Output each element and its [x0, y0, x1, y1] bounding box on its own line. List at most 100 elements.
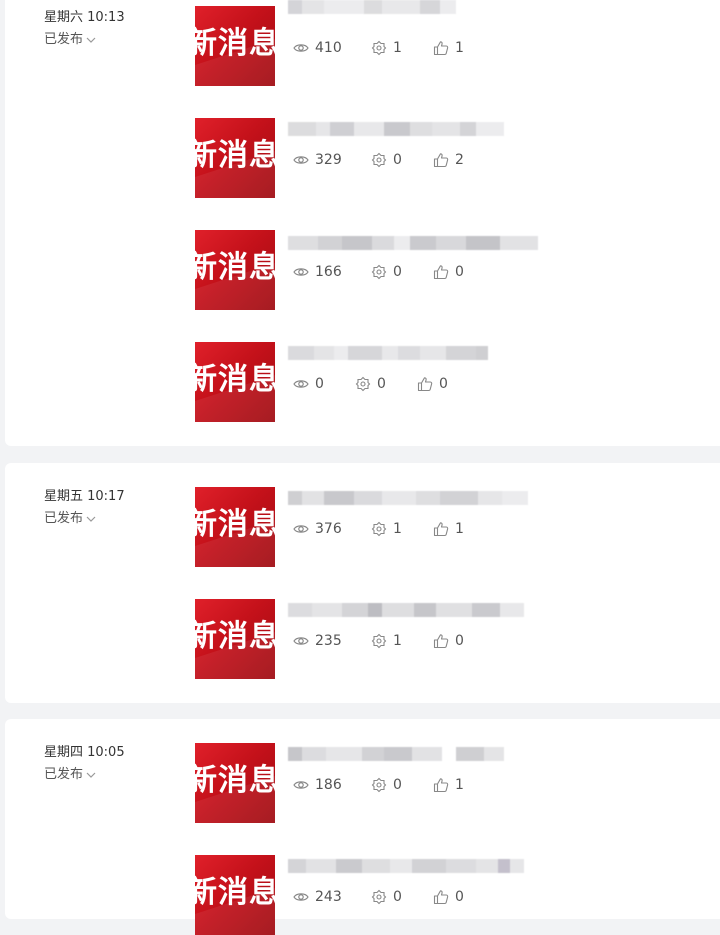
article-title-blurred[interactable] [288, 743, 504, 765]
thumbs-up-icon [433, 634, 449, 649]
article-thumbnail[interactable]: 新消息 [195, 342, 275, 422]
article-stats: 329 0 2 [293, 152, 464, 168]
chevron-down-icon [86, 516, 96, 522]
article-thumbnail[interactable]: 新消息 [195, 487, 275, 567]
share-icon [371, 40, 387, 56]
article-thumbnail[interactable]: 新消息 [195, 599, 275, 679]
article-title-blurred[interactable] [288, 855, 524, 877]
article-title-blurred[interactable] [288, 0, 456, 18]
thumbnail-text: 新消息 [195, 26, 275, 61]
share-count: 0 [371, 152, 433, 168]
like-count: 2 [433, 152, 464, 168]
thumbnail-text: 新消息 [195, 619, 275, 654]
thumbs-up-icon [417, 377, 433, 392]
share-icon [355, 376, 371, 392]
share-count: 1 [371, 40, 433, 56]
thumbs-up-icon [433, 890, 449, 905]
share-icon [371, 264, 387, 280]
article-stats: 243 0 0 [293, 889, 464, 905]
view-count: 410 [293, 40, 371, 56]
article-stats: 235 1 0 [293, 633, 464, 649]
publish-status-dropdown[interactable]: 已发布 [44, 511, 125, 527]
share-icon [371, 633, 387, 649]
like-count: 0 [433, 633, 464, 649]
eye-icon [293, 637, 309, 645]
article-thumbnail[interactable]: 新消息 [195, 743, 275, 823]
article-thumbnail[interactable]: 新消息 [195, 118, 275, 198]
eye-icon [293, 268, 309, 276]
like-count: 1 [433, 521, 464, 537]
like-count: 0 [433, 264, 464, 280]
thumbnail-text: 新消息 [195, 507, 275, 542]
publish-status-dropdown[interactable]: 已发布 [44, 767, 125, 783]
thumbnail-text: 新消息 [195, 138, 275, 173]
eye-icon [293, 781, 309, 789]
view-count: 235 [293, 633, 371, 649]
article-thumbnail[interactable]: 新消息 [195, 855, 275, 935]
article-item[interactable]: 新消息 329 0 2 [195, 118, 715, 198]
group-meta: 星期六 10:13 已发布 [44, 10, 125, 48]
share-count: 0 [371, 777, 433, 793]
thumbs-up-icon [433, 522, 449, 537]
publish-date: 星期六 10:13 [44, 10, 125, 25]
thumbs-up-icon [433, 265, 449, 280]
view-count: 0 [293, 376, 355, 392]
share-count: 0 [371, 264, 433, 280]
article-item[interactable]: 新消息 235 1 0 [195, 599, 715, 679]
publish-date: 星期五 10:17 [44, 489, 125, 504]
article-item[interactable]: 新消息 376 1 1 [195, 487, 715, 567]
article-title-blurred[interactable] [288, 232, 538, 254]
article-item[interactable]: 新消息 166 0 0 [195, 230, 715, 310]
article-item[interactable]: 新消息 243 0 0 [195, 855, 715, 935]
article-stats: 376 1 1 [293, 521, 464, 537]
article-item[interactable]: 新消息 0 0 0 [195, 342, 715, 422]
eye-icon [293, 525, 309, 533]
eye-icon [293, 44, 309, 52]
thumbnail-text: 新消息 [195, 875, 275, 910]
article-stats: 0 0 0 [293, 376, 448, 392]
group-meta: 星期四 10:05 已发布 [44, 745, 125, 783]
publish-date: 星期四 10:05 [44, 745, 125, 760]
thumbnail-text: 新消息 [195, 250, 275, 285]
article-title-blurred[interactable] [288, 487, 528, 509]
view-count: 329 [293, 152, 371, 168]
status-label: 已发布 [44, 767, 84, 782]
day-group: 星期四 10:05 已发布 新消息 186 0 1 新消息 243 0 0 [5, 719, 720, 935]
article-stats: 186 0 1 [293, 777, 464, 793]
article-item[interactable]: 新消息 186 0 1 [195, 743, 715, 823]
view-count: 166 [293, 264, 371, 280]
view-count: 243 [293, 889, 371, 905]
share-count: 0 [371, 889, 433, 905]
article-stats: 410 1 1 [293, 40, 464, 56]
thumbs-up-icon [433, 41, 449, 56]
day-group: 星期五 10:17 已发布 新消息 376 1 1 新消息 235 1 0 [5, 463, 720, 703]
share-icon [371, 521, 387, 537]
chevron-down-icon [86, 37, 96, 43]
article-title-blurred[interactable] [288, 599, 524, 621]
like-count: 0 [433, 889, 464, 905]
day-group: 星期六 10:13 已发布 新消息 410 1 1 新消息 329 0 2 新消… [5, 0, 720, 446]
publish-status-dropdown[interactable]: 已发布 [44, 32, 125, 48]
like-count: 1 [433, 777, 464, 793]
share-count: 0 [355, 376, 417, 392]
article-item[interactable]: 新消息 410 1 1 [195, 0, 715, 86]
share-count: 1 [371, 633, 433, 649]
article-title-blurred[interactable] [288, 118, 504, 140]
thumbnail-text: 新消息 [195, 362, 275, 397]
eye-icon [293, 380, 309, 388]
status-label: 已发布 [44, 32, 84, 47]
share-count: 1 [371, 521, 433, 537]
view-count: 186 [293, 777, 371, 793]
article-title-blurred[interactable] [288, 342, 488, 364]
article-thumbnail[interactable]: 新消息 [195, 6, 275, 86]
eye-icon [293, 893, 309, 901]
view-count: 376 [293, 521, 371, 537]
share-icon [371, 889, 387, 905]
eye-icon [293, 156, 309, 164]
article-thumbnail[interactable]: 新消息 [195, 230, 275, 310]
like-count: 0 [417, 376, 448, 392]
share-icon [371, 777, 387, 793]
thumbnail-text: 新消息 [195, 763, 275, 798]
like-count: 1 [433, 40, 464, 56]
share-icon [371, 152, 387, 168]
